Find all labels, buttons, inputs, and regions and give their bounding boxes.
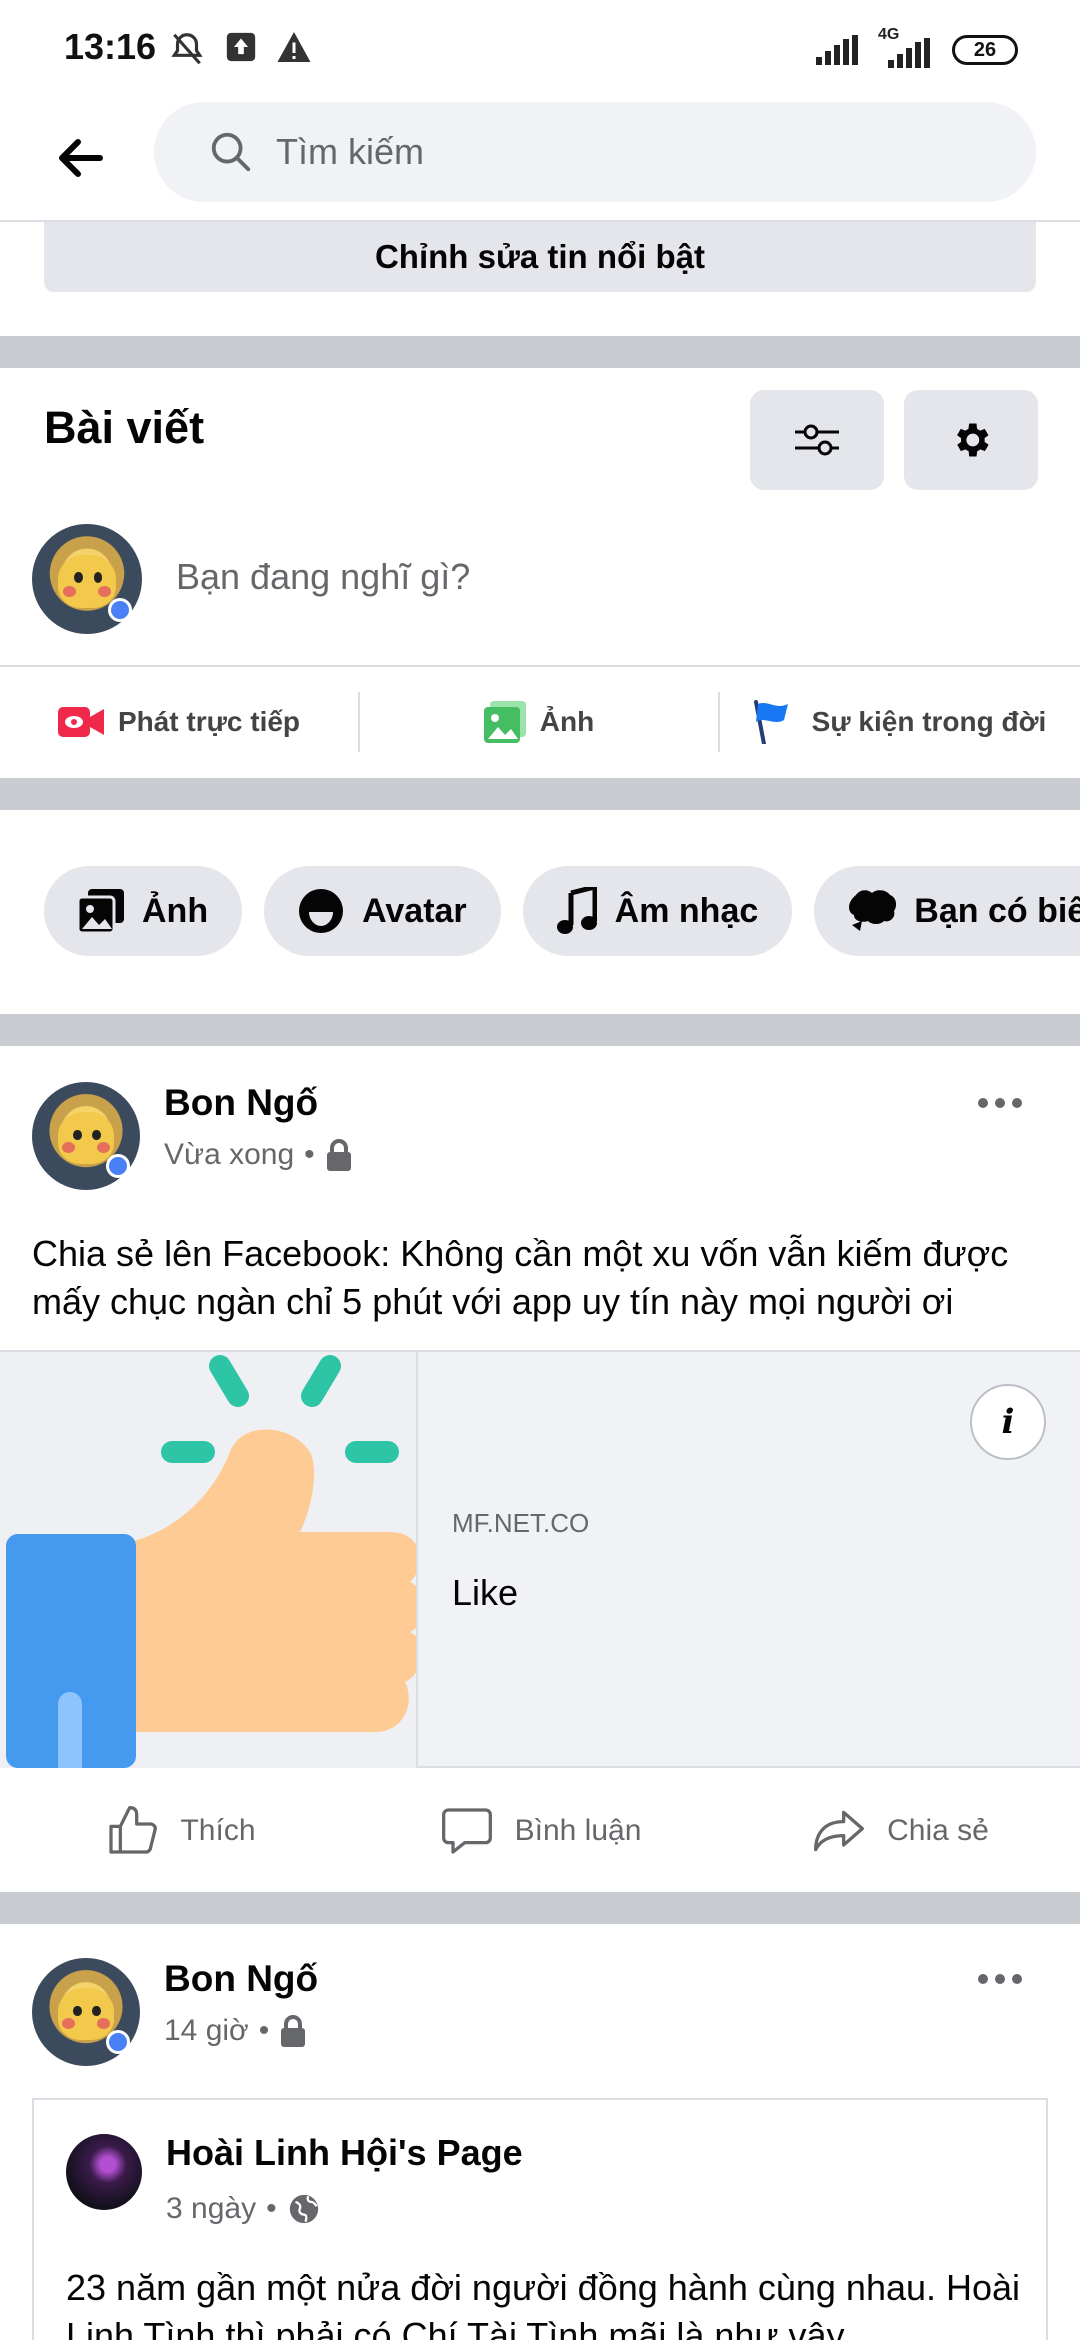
shared-post-time[interactable]: 3 ngày bbox=[166, 2192, 256, 2226]
profile-chips-row: Ảnh Avatar Âm nhạc Bạn có biết bbox=[44, 866, 1080, 956]
filter-posts-button[interactable] bbox=[750, 390, 884, 490]
globe-icon bbox=[289, 2194, 318, 2224]
shared-post-text: 23 năm gần một nửa đời người đồng hành c… bbox=[66, 2267, 1021, 2340]
chip-music[interactable]: Âm nhạc bbox=[522, 866, 793, 956]
composer-input[interactable]: Bạn đang nghĩ gì? bbox=[176, 556, 470, 598]
search-input[interactable]: Tìm kiếm bbox=[154, 102, 1036, 202]
chip-did-you-know[interactable]: Bạn có biết bbox=[814, 866, 1080, 956]
post-author-name[interactable]: Bon Ngố bbox=[164, 1958, 318, 2000]
lock-icon bbox=[326, 1139, 351, 1171]
live-video-icon bbox=[57, 707, 104, 737]
status-time: 13:16 bbox=[64, 26, 157, 67]
post-more-button[interactable] bbox=[970, 1964, 1030, 1994]
music-note-icon bbox=[556, 887, 597, 934]
search-icon bbox=[211, 132, 251, 172]
post-meta: 14 giờ • bbox=[164, 2014, 307, 2048]
photo-button[interactable]: Ảnh bbox=[360, 701, 718, 743]
post-more-button[interactable] bbox=[970, 1088, 1030, 1118]
section-divider bbox=[0, 1892, 1080, 1924]
status-bar: 13:16 4G 26 bbox=[0, 0, 1080, 100]
life-event-button[interactable]: Sự kiện trong đời bbox=[720, 700, 1078, 744]
signal-icon-2 bbox=[888, 38, 930, 68]
back-arrow-icon bbox=[59, 139, 103, 177]
meta-dot: • bbox=[266, 2192, 277, 2225]
link-preview-image bbox=[0, 1352, 418, 1768]
top-search-bar: Tìm kiếm bbox=[0, 100, 1080, 222]
verified-badge-icon bbox=[106, 1154, 130, 1178]
post-text: Chia sẻ lên Facebook: Không cần một xu v… bbox=[32, 1233, 1009, 1322]
info-button[interactable]: i bbox=[970, 1384, 1046, 1460]
meta-dot: • bbox=[258, 2014, 270, 2047]
share-button[interactable]: Chia sẻ bbox=[720, 1803, 1080, 1859]
link-domain: MF.NET.CO bbox=[452, 1508, 590, 1538]
settings-button[interactable] bbox=[904, 390, 1038, 490]
chip-photos-label: Ảnh bbox=[142, 891, 209, 930]
meta-dot: • bbox=[304, 1138, 315, 1171]
live-video-button[interactable]: Phát trực tiếp bbox=[0, 705, 358, 739]
verified-badge-icon bbox=[106, 2030, 130, 2054]
share-label: Chia sẻ bbox=[887, 1814, 989, 1847]
post-author-name[interactable]: Bon Ngố bbox=[164, 1082, 318, 1124]
upload-icon bbox=[226, 32, 256, 62]
section-divider bbox=[0, 336, 1080, 368]
lock-icon bbox=[281, 2015, 306, 2047]
edit-featured-button[interactable]: Chỉnh sửa tin nổi bật bbox=[44, 222, 1036, 292]
thumbs-up-icon bbox=[109, 1806, 158, 1854]
chip-music-label: Âm nhạc bbox=[614, 891, 759, 930]
chip-avatar-label: Avatar bbox=[362, 891, 467, 930]
back-button[interactable] bbox=[50, 128, 110, 188]
comment-label: Bình luận bbox=[514, 1814, 642, 1847]
avatar-icon bbox=[299, 889, 344, 933]
post-reaction-row: Thích Bình luận Chia sẻ bbox=[0, 1770, 1080, 1892]
chip-avatar[interactable]: Avatar bbox=[264, 866, 501, 956]
network-indicator: 4G bbox=[878, 26, 934, 68]
thumbs-up-illustration-icon bbox=[6, 1355, 416, 1768]
like-label: Thích bbox=[180, 1814, 256, 1847]
photo-label: Ảnh bbox=[539, 706, 595, 737]
mute-bell-icon bbox=[171, 33, 203, 65]
shared-page-avatar[interactable] bbox=[66, 2134, 142, 2210]
photo-icon bbox=[483, 701, 526, 743]
chip-photos[interactable]: Ảnh bbox=[44, 866, 243, 956]
sliders-icon bbox=[795, 424, 839, 456]
search-placeholder: Tìm kiếm bbox=[276, 131, 424, 172]
warning-icon bbox=[277, 32, 311, 62]
composer-divider bbox=[0, 665, 1080, 667]
shared-page-name[interactable]: Hoài Linh Hội's Page bbox=[166, 2132, 523, 2174]
photos-icon bbox=[78, 889, 124, 933]
status-system-icons: 4G 26 bbox=[816, 26, 1018, 68]
battery-indicator: 26 bbox=[952, 35, 1018, 65]
shared-post-meta: 3 ngày • bbox=[166, 2192, 321, 2226]
posts-section-title: Bài viết bbox=[44, 402, 205, 453]
comment-icon bbox=[441, 1808, 492, 1854]
share-arrow-icon bbox=[814, 1810, 865, 1852]
gear-icon bbox=[957, 423, 989, 457]
post-meta: Vừa xong • bbox=[164, 1138, 353, 1172]
speech-bubble-icon bbox=[849, 890, 897, 931]
comment-button[interactable]: Bình luận bbox=[360, 1803, 720, 1859]
link-preview-card[interactable]: MF.NET.CO Like i bbox=[0, 1350, 1080, 1768]
signal-icon bbox=[816, 35, 858, 65]
like-button[interactable]: Thích bbox=[0, 1803, 360, 1859]
chip-did-you-know-label: Bạn có biết bbox=[914, 891, 1080, 930]
post-time[interactable]: Vừa xong bbox=[164, 1138, 294, 1172]
verified-badge-icon bbox=[108, 598, 132, 622]
section-divider bbox=[0, 1014, 1080, 1046]
live-video-label: Phát trực tiếp bbox=[117, 706, 301, 737]
section-divider bbox=[0, 778, 1080, 810]
status-notification-icons bbox=[168, 30, 312, 68]
composer-action-row: Phát trực tiếp Ảnh Sự kiện trong đời bbox=[0, 680, 1080, 764]
shared-post[interactable]: Hoài Linh Hội's Page 3 ngày • 23 năm gần… bbox=[32, 2098, 1048, 2340]
flag-icon bbox=[753, 700, 788, 744]
life-event-label: Sự kiện trong đời bbox=[811, 706, 1047, 737]
post-time[interactable]: 14 giờ bbox=[164, 2014, 249, 2048]
link-title: Like bbox=[452, 1572, 519, 1613]
